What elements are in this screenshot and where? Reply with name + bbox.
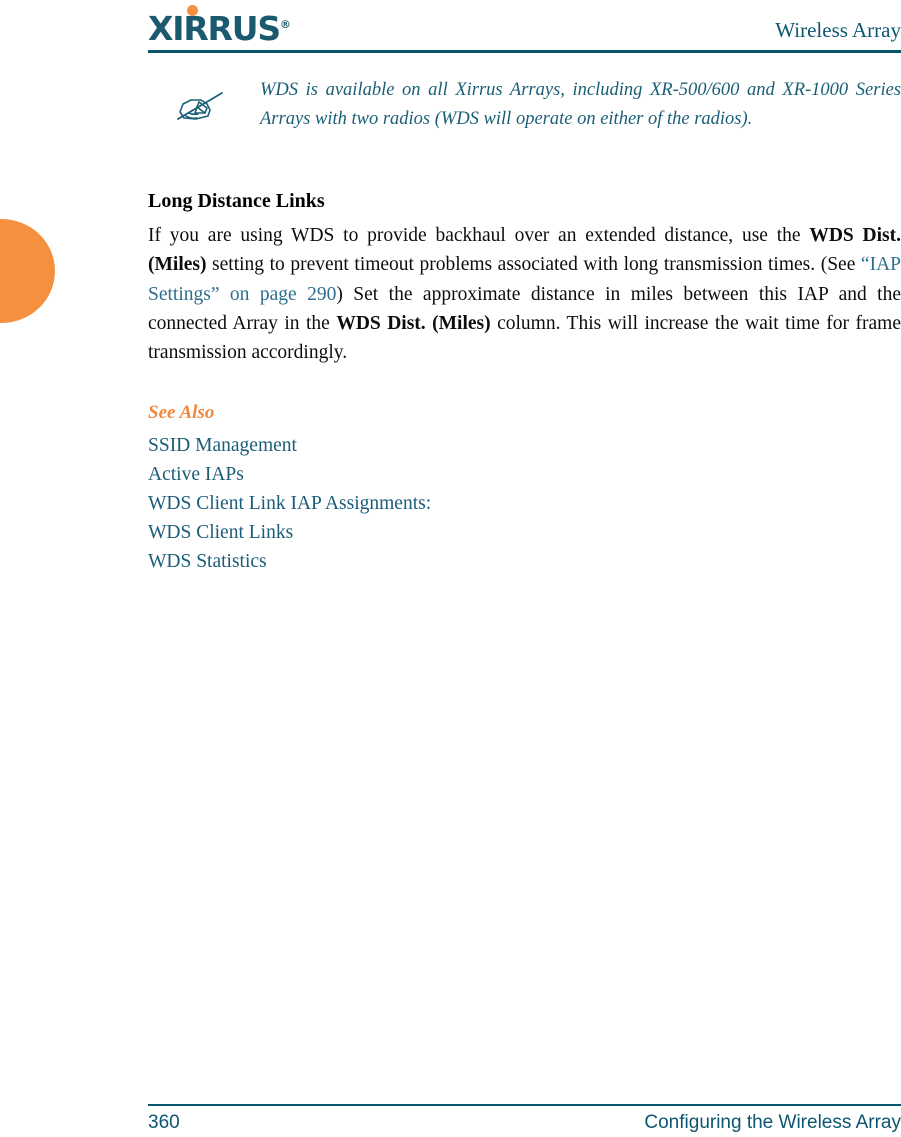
footer-divider [148, 1104, 901, 1106]
section-heading: Long Distance Links [148, 190, 325, 212]
page-header: XIRRUS® Wireless Array [148, 0, 901, 56]
paragraph-text-part-1: If you are using WDS to provide backhaul… [148, 225, 810, 246]
registered-trademark-icon: ® [279, 18, 291, 31]
see-also-heading: See Also [148, 402, 215, 424]
logo-dot-icon [187, 5, 198, 16]
xirrus-logo: XIRRUS® [148, 5, 328, 46]
note-callout: WDS is available on all Xirrus Arrays, i… [148, 76, 901, 162]
see-also-link-wds-client-links[interactable]: WDS Client Links [148, 518, 901, 547]
footer-page-number: 360 [148, 1112, 180, 1133]
see-also-link-ssid-management[interactable]: SSID Management [148, 431, 901, 460]
see-also-link-wds-client-link-iap-assignments[interactable]: WDS Client Link IAP Assignments: [148, 489, 901, 518]
page-footer: 360 Configuring the Wireless Array [148, 1112, 901, 1137]
see-also-link-active-iaps[interactable]: Active IAPs [148, 460, 901, 489]
logo-wordmark: XIRRUS® [148, 8, 328, 46]
footer-section-title: Configuring the Wireless Array [644, 1112, 901, 1133]
header-divider [148, 50, 901, 53]
paragraph-bold-term-2: WDS Dist. (Miles) [336, 312, 491, 334]
logo-wordmark-text: XIRRUS [148, 9, 281, 48]
paragraph-text-part-2: setting to prevent timeout problems asso… [206, 254, 861, 276]
document-page: XIRRUS® Wireless Array WDS is available … [0, 0, 901, 1137]
page-content: WDS is available on all Xirrus Arrays, i… [148, 70, 901, 576]
note-text: WDS is available on all Xirrus Arrays, i… [260, 80, 901, 129]
hand-pencil-note-icon [174, 86, 228, 126]
see-also-link-wds-statistics[interactable]: WDS Statistics [148, 547, 901, 576]
chapter-tab-marker [0, 219, 55, 323]
body-paragraph: If you are using WDS to provide backhaul… [148, 221, 901, 367]
header-product-title: Wireless Array [775, 18, 901, 42]
see-also-list: SSID Management Active IAPs WDS Client L… [148, 431, 901, 576]
